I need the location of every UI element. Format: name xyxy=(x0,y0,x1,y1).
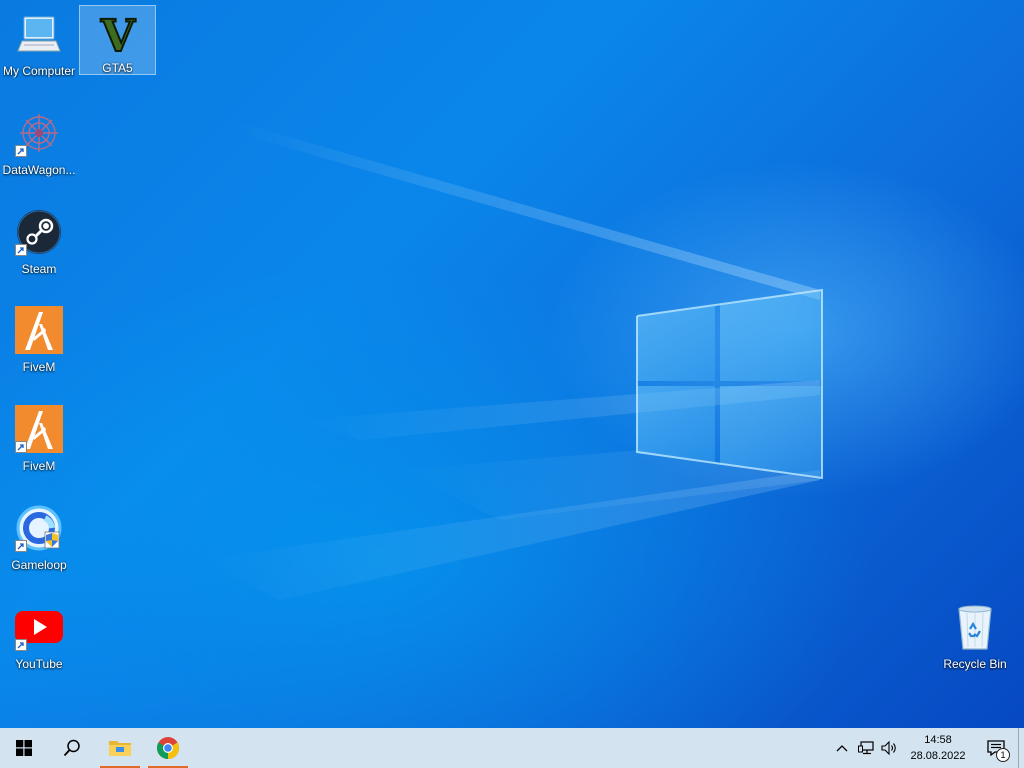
network-icon xyxy=(858,741,874,755)
desktop-icon-gameloop[interactable]: Gameloop xyxy=(1,498,77,590)
taskbar: 14:58 28.08.2022 1 xyxy=(0,728,1024,768)
recycle-bin-icon xyxy=(949,601,1001,653)
chrome-button[interactable] xyxy=(144,728,192,768)
desktop-icon-label: FiveM xyxy=(22,360,56,374)
desktop-icon-fivem-shortcut[interactable]: FiveM xyxy=(1,399,77,491)
steam-icon xyxy=(13,206,65,258)
shortcut-arrow-icon xyxy=(15,244,27,256)
search-icon xyxy=(63,739,80,757)
notification-count-badge: 1 xyxy=(996,748,1010,762)
desktop-icon-label: FiveM xyxy=(22,459,56,473)
clock-date: 28.08.2022 xyxy=(910,750,966,762)
volume-icon xyxy=(881,741,896,755)
shortcut-arrow-icon xyxy=(15,145,27,157)
desktop-icon-label: Steam xyxy=(21,262,57,276)
gta5-icon: V xyxy=(92,10,144,57)
chevron-up-icon xyxy=(836,745,848,752)
desktop-icon-label: YouTube xyxy=(15,657,63,671)
windows-start-icon xyxy=(16,740,32,756)
desktop-icon-label: GTA5 xyxy=(102,61,133,74)
shortcut-arrow-icon xyxy=(15,639,27,651)
show-hidden-icons-button[interactable] xyxy=(830,728,854,768)
desktop-icon-label: Recycle Bin xyxy=(943,657,1007,671)
desktop-icon-label: DataWagon... xyxy=(2,163,76,177)
desktop-icon-label: My Computer xyxy=(2,64,76,78)
gameloop-icon xyxy=(13,502,65,554)
datawagon-icon xyxy=(13,107,65,159)
desktop: My Computer V GTA5 DataWagon... Steam Fi… xyxy=(0,0,1024,728)
desktop-icon-steam[interactable]: Steam xyxy=(1,202,77,294)
fivem-icon xyxy=(13,304,65,356)
chrome-icon xyxy=(157,737,179,759)
computer-icon xyxy=(13,8,65,60)
desktop-icon-label: Gameloop xyxy=(11,558,67,572)
clock[interactable]: 14:58 28.08.2022 xyxy=(902,732,974,764)
search-button[interactable] xyxy=(48,728,96,768)
desktop-icon-my-computer[interactable]: My Computer xyxy=(1,4,77,96)
fivem-icon xyxy=(13,403,65,455)
volume-button[interactable] xyxy=(878,728,902,768)
file-explorer-button[interactable] xyxy=(96,728,144,768)
youtube-icon xyxy=(13,601,65,653)
desktop-icon-gta5[interactable]: V GTA5 xyxy=(79,5,156,75)
show-desktop-button[interactable] xyxy=(1018,728,1024,768)
network-button[interactable] xyxy=(854,728,878,768)
system-tray: 14:58 28.08.2022 1 xyxy=(830,728,1024,768)
shortcut-arrow-icon xyxy=(15,441,27,453)
desktop-icon-youtube[interactable]: YouTube xyxy=(1,597,77,689)
desktop-icon-datawagon[interactable]: DataWagon... xyxy=(1,103,77,195)
desktop-icon-fivem[interactable]: FiveM xyxy=(1,300,77,392)
shortcut-arrow-icon xyxy=(15,540,27,552)
desktop-icon-recycle-bin[interactable]: Recycle Bin xyxy=(937,597,1013,689)
action-center-button[interactable]: 1 xyxy=(974,728,1018,768)
svg-text:V: V xyxy=(99,11,135,57)
file-explorer-icon xyxy=(109,741,131,756)
clock-time: 14:58 xyxy=(924,734,952,746)
start-button[interactable] xyxy=(0,728,48,768)
